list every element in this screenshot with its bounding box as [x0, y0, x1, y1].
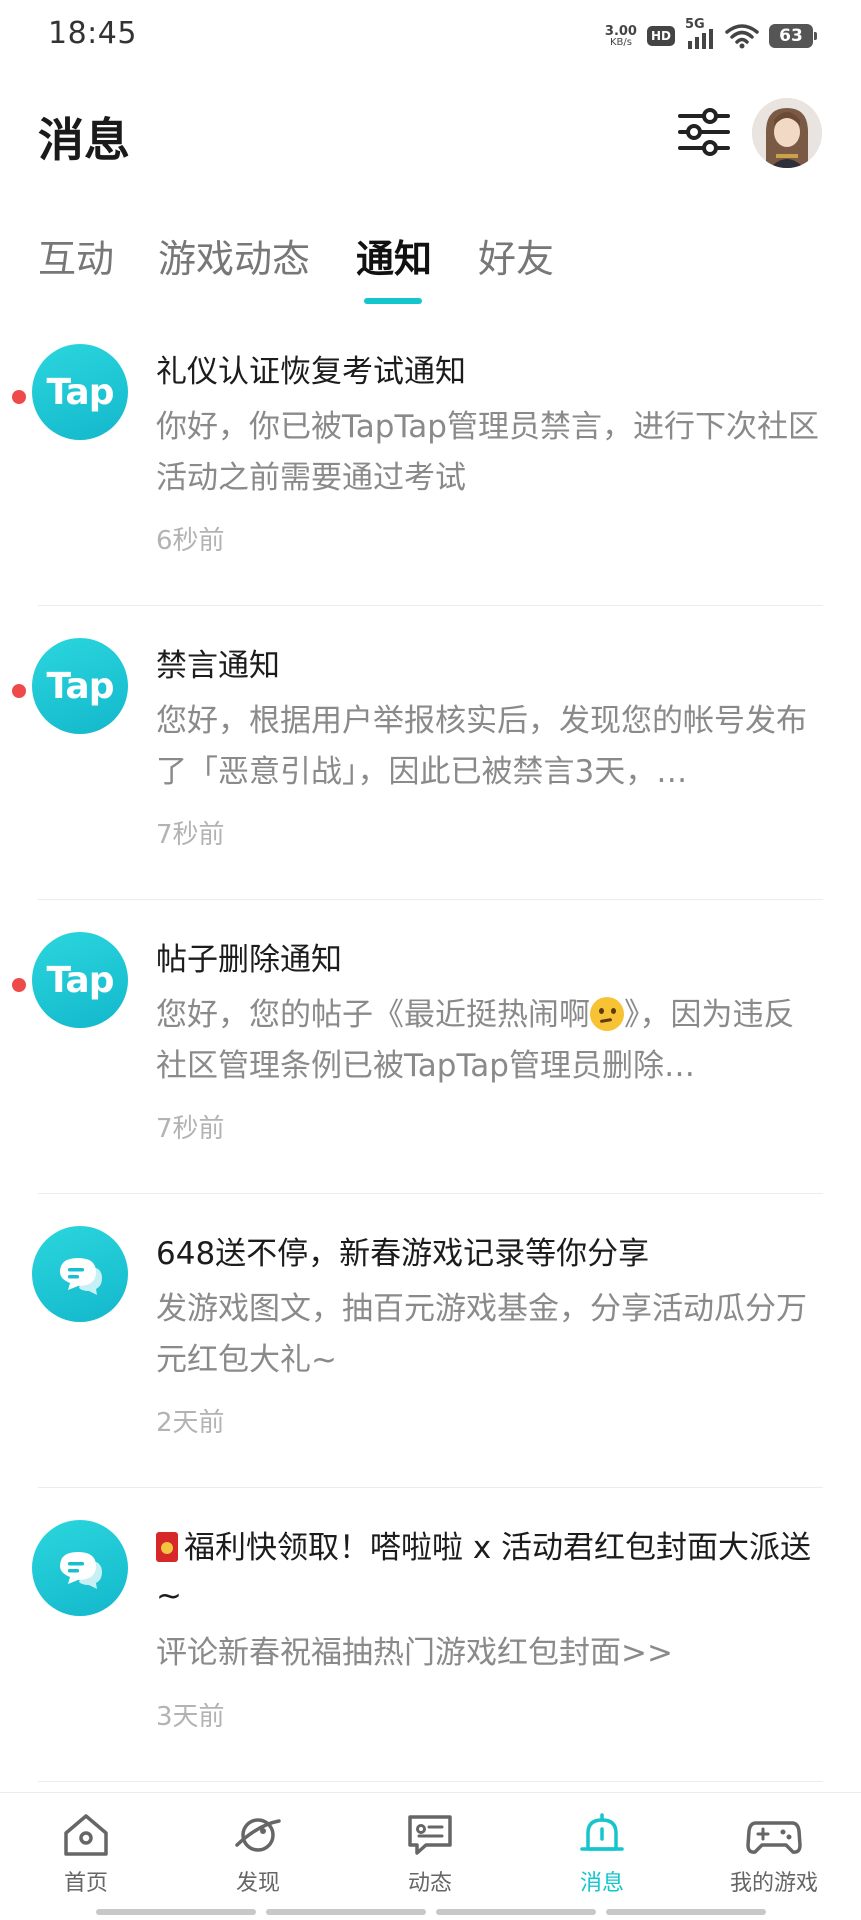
body-text-before-emoji: 您好，您的帖子《最近挺热闹啊	[156, 997, 590, 1033]
unread-dot	[12, 390, 26, 404]
chat-bubble-icon	[32, 1226, 128, 1322]
list-item[interactable]: 福利快领取！嗒啦啦 x 活动君红包封面大派送~ 评论新春祝福抽热门游戏红包封面>…	[0, 1488, 861, 1782]
nav-discover[interactable]: 发现	[198, 1811, 318, 1897]
notification-title: 禁言通知	[156, 648, 280, 684]
active-tab-indicator	[364, 298, 422, 304]
status-time: 18:45	[48, 16, 137, 51]
page-title: 消息	[38, 113, 130, 167]
notification-title: 648送不停，新春游戏记录等你分享	[156, 1236, 650, 1272]
notification-title: 帖子删除通知	[156, 942, 342, 978]
notification-body: 您好，根据用户举报核实后，发现您的帐号发布了「恶意引战」，因此已被禁言3天，…	[156, 703, 807, 790]
tab-game-news[interactable]: 游戏动态	[158, 228, 310, 283]
tab-interaction[interactable]: 互动	[38, 228, 114, 283]
network-speed-value: 3.00	[604, 23, 637, 39]
home-icon	[64, 1814, 108, 1856]
nav-my-games[interactable]: 我的游戏	[714, 1811, 834, 1897]
tap-logo-text: Tap	[46, 959, 115, 1001]
nav-label: 消息	[579, 1871, 624, 1896]
chat-bubble-glyph	[60, 1552, 102, 1589]
notification-time: 2天前	[156, 1408, 225, 1438]
list-item[interactable]: Tap 禁言通知 您好，根据用户举报核实后，发现您的帐号发布了「恶意引战」，因此…	[0, 606, 861, 900]
notification-body: 你好，你已被TapTap管理员禁言，进行下次社区活动之前需要通过考试	[156, 409, 819, 496]
wifi-icon	[725, 24, 759, 49]
tap-logo-icon: Tap	[32, 638, 128, 734]
nav-label: 首页	[63, 1871, 108, 1896]
tap-logo-icon: Tap	[32, 344, 128, 440]
user-avatar[interactable]	[752, 98, 822, 168]
notification-title: 福利快领取！嗒啦啦 x 活动君红包封面大派送~	[156, 1524, 823, 1620]
thinking-face-emoji-icon	[590, 997, 624, 1031]
tap-logo-icon: Tap	[32, 932, 128, 1028]
tab-notices[interactable]: 通知	[356, 228, 432, 283]
notification-body: 您好，您的帖子《最近挺热闹啊 》，因为违反社区管理条例已被TapTap管理员删除…	[156, 990, 823, 1092]
avatar-image	[752, 98, 822, 168]
unread-dot	[12, 978, 26, 992]
cellular-signal-icon: 5G	[685, 17, 715, 51]
nav-label: 发现	[235, 1871, 280, 1896]
list-item[interactable]: Tap 礼仪认证恢复考试通知 你好，你已被TapTap管理员禁言，进行下次社区活…	[0, 312, 861, 606]
notification-list: Tap 礼仪认证恢复考试通知 你好，你已被TapTap管理员禁言，进行下次社区活…	[0, 312, 861, 1782]
notification-body: 发游戏图文，抽百元游戏基金，分享活动瓜分万元红包大礼~	[156, 1291, 807, 1378]
notification-time: 7秒前	[156, 820, 225, 850]
battery-icon: 63	[769, 24, 817, 48]
divider	[38, 1781, 823, 1782]
notification-time: 7秒前	[156, 1114, 225, 1144]
network-type: 5G	[685, 17, 705, 32]
gesture-bar	[96, 1909, 766, 1915]
notification-tabs: 互动 游戏动态 通知 好友	[0, 222, 861, 312]
status-icons: 3.00 KB/s HD 5G 63	[605, 17, 817, 54]
network-speed: 3.00 KB/s	[605, 25, 637, 48]
notification-title-text: 福利快领取！嗒啦啦 x 活动君红包封面大派送~	[156, 1530, 812, 1614]
red-envelope-icon	[156, 1532, 178, 1562]
tap-logo-text: Tap	[46, 371, 115, 413]
hd-badge: HD	[646, 26, 675, 46]
gamepad-icon	[746, 1821, 802, 1854]
nav-feed[interactable]: 动态	[370, 1811, 490, 1897]
sliders-icon	[678, 108, 730, 156]
status-bar: 18:45 3.00 KB/s HD 5G 63	[0, 0, 861, 70]
chat-bubble-icon	[32, 1520, 128, 1616]
list-item[interactable]: Tap 帖子删除通知 您好，您的帖子《最近挺热闹啊 》，因为违反社区管理条例已被T…	[0, 900, 861, 1194]
filter-button[interactable]	[674, 102, 734, 162]
notification-time: 6秒前	[156, 526, 225, 556]
notification-time: 3天前	[156, 1702, 225, 1732]
feed-chat-icon	[408, 1815, 452, 1855]
tap-logo-text: Tap	[46, 665, 115, 707]
nav-messages[interactable]: 消息	[542, 1811, 662, 1897]
network-speed-unit: KB/s	[609, 36, 632, 48]
list-item[interactable]: 648送不停，新春游戏记录等你分享 发游戏图文，抽百元游戏基金，分享活动瓜分万元…	[0, 1194, 861, 1488]
bell-icon	[580, 1813, 624, 1851]
chat-bubble-glyph	[60, 1258, 102, 1295]
notification-body: 评论新春祝福抽热门游戏红包封面>>	[156, 1635, 673, 1671]
nav-label: 我的游戏	[729, 1871, 818, 1896]
tab-friends[interactable]: 好友	[478, 228, 554, 283]
notification-title: 礼仪认证恢复考试通知	[156, 354, 466, 390]
nav-label: 动态	[407, 1871, 452, 1896]
nav-home[interactable]: 首页	[26, 1811, 146, 1897]
planet-icon	[235, 1818, 281, 1852]
unread-dot	[12, 684, 26, 698]
bottom-navigation: 首页 发现 动态 消息 我的游戏	[0, 1792, 861, 1920]
